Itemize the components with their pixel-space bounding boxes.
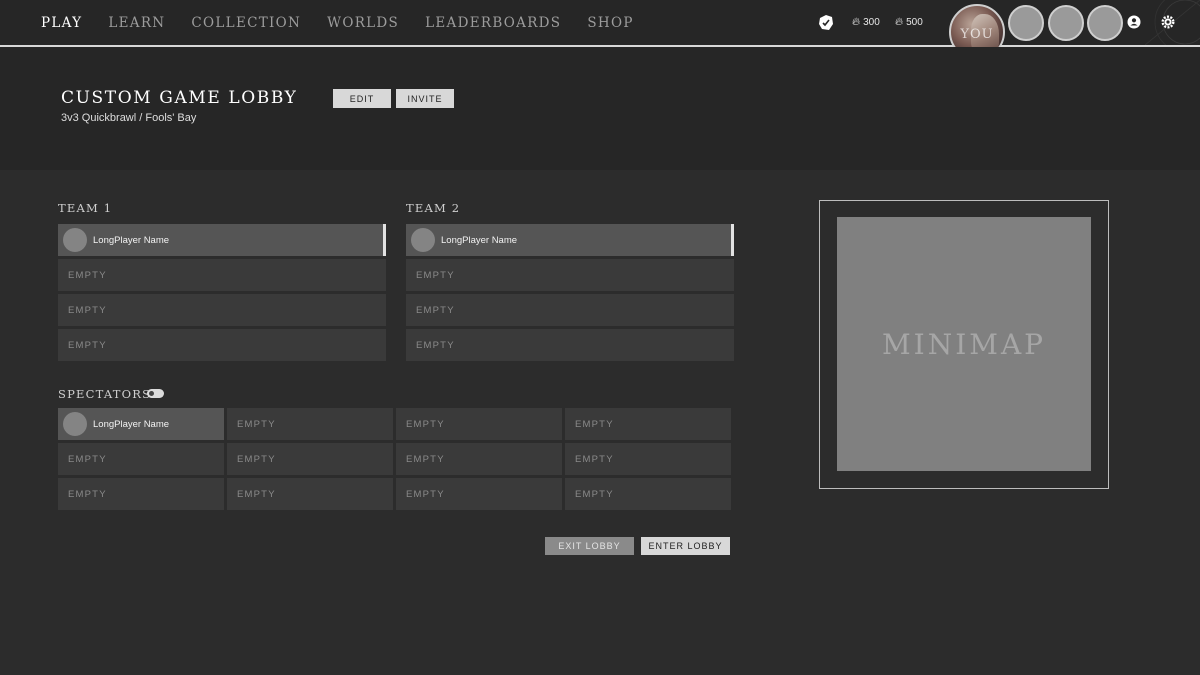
slot-empty-label: EMPTY bbox=[416, 339, 455, 351]
settings-icon[interactable] bbox=[1161, 15, 1175, 29]
spectator-slot-6[interactable]: EMPTY bbox=[227, 443, 393, 475]
slot-empty-label: EMPTY bbox=[68, 488, 107, 500]
nav-item-worlds[interactable]: WORLDS bbox=[327, 15, 399, 31]
spectators-label: SPECTATORS bbox=[58, 387, 152, 401]
flame-icon: 🔥︎ bbox=[852, 16, 861, 28]
page-title: CUSTOM GAME LOBBY bbox=[61, 88, 298, 108]
lobby-header bbox=[0, 47, 1200, 170]
slot-empty-label: EMPTY bbox=[68, 453, 107, 465]
main-nav: PLAY LEARN COLLECTION WORLDS LEADERBOARD… bbox=[41, 0, 660, 45]
team-1-label: TEAM 1 bbox=[58, 201, 113, 215]
enter-lobby-button[interactable]: ENTER LOBBY bbox=[641, 537, 730, 555]
edit-button[interactable]: EDIT bbox=[333, 89, 391, 108]
team-2-slot-2[interactable]: EMPTY bbox=[406, 259, 734, 291]
slot-empty-label: EMPTY bbox=[406, 453, 445, 465]
slot-empty-label: EMPTY bbox=[575, 453, 614, 465]
slot-empty-label: EMPTY bbox=[237, 418, 276, 430]
team-2-label: TEAM 2 bbox=[406, 201, 461, 215]
slot-empty-label: EMPTY bbox=[416, 304, 455, 316]
slot-empty-label: EMPTY bbox=[575, 488, 614, 500]
spectator-slot-8[interactable]: EMPTY bbox=[565, 443, 731, 475]
slot-empty-label: EMPTY bbox=[416, 269, 455, 281]
slot-empty-label: EMPTY bbox=[406, 488, 445, 500]
exit-lobby-button[interactable]: EXIT LOBBY bbox=[545, 537, 634, 555]
invite-button[interactable]: INVITE bbox=[396, 89, 454, 108]
slot-empty-label: EMPTY bbox=[237, 453, 276, 465]
minimap: MINIMAP bbox=[837, 217, 1091, 471]
team-1-slot-3[interactable]: EMPTY bbox=[58, 294, 386, 326]
party-slot-1[interactable] bbox=[1008, 5, 1044, 41]
flame-icon: 🔥︎ bbox=[895, 16, 904, 28]
currency-2: 🔥︎ 500 bbox=[895, 0, 923, 45]
spectator-slot-7[interactable]: EMPTY bbox=[396, 443, 562, 475]
spectator-slot-12[interactable]: EMPTY bbox=[565, 478, 731, 510]
team-1-slot-2[interactable]: EMPTY bbox=[58, 259, 386, 291]
avatar-label: YOU bbox=[960, 27, 994, 42]
nav-item-shop[interactable]: SHOP bbox=[587, 15, 633, 31]
spectator-slot-3[interactable]: EMPTY bbox=[396, 408, 562, 440]
nav-item-learn[interactable]: LEARN bbox=[108, 15, 165, 31]
spectators-toggle[interactable] bbox=[147, 389, 164, 398]
team-2-slot-1[interactable]: LongPlayer Name bbox=[406, 224, 734, 256]
slot-empty-label: EMPTY bbox=[575, 418, 614, 430]
slot-empty-label: EMPTY bbox=[68, 269, 107, 281]
spectator-slot-2[interactable]: EMPTY bbox=[227, 408, 393, 440]
currency-2-value: 500 bbox=[906, 17, 923, 28]
currency-1-value: 300 bbox=[863, 17, 880, 28]
spectator-slot-4[interactable]: EMPTY bbox=[565, 408, 731, 440]
team-1-slot-1[interactable]: LongPlayer Name bbox=[58, 224, 386, 256]
team-2-slot-4[interactable]: EMPTY bbox=[406, 329, 734, 361]
nav-item-play[interactable]: PLAY bbox=[41, 15, 82, 31]
player-name: LongPlayer Name bbox=[93, 234, 170, 246]
top-navigation-bar: PLAY LEARN COLLECTION WORLDS LEADERBOARD… bbox=[0, 0, 1200, 47]
slot-empty-label: EMPTY bbox=[68, 339, 107, 351]
player-avatar-icon bbox=[411, 228, 435, 252]
slot-empty-label: EMPTY bbox=[68, 304, 107, 316]
nav-item-leaderboards[interactable]: LEADERBOARDS bbox=[425, 15, 561, 31]
player-name: LongPlayer Name bbox=[93, 418, 170, 430]
team-1-slot-4[interactable]: EMPTY bbox=[58, 329, 386, 361]
minimap-label: MINIMAP bbox=[881, 327, 1047, 361]
slot-empty-label: EMPTY bbox=[406, 418, 445, 430]
player-avatar-icon bbox=[63, 412, 87, 436]
team-2-slot-3[interactable]: EMPTY bbox=[406, 294, 734, 326]
nav-item-collection[interactable]: COLLECTION bbox=[191, 15, 301, 31]
spectator-slot-5[interactable]: EMPTY bbox=[58, 443, 224, 475]
spectator-slot-1[interactable]: LongPlayer Name bbox=[58, 408, 224, 440]
currency-1: 🔥︎ 300 bbox=[852, 0, 880, 45]
party-slot-2[interactable] bbox=[1048, 5, 1084, 41]
party-slot-3[interactable] bbox=[1087, 5, 1123, 41]
spectator-slot-10[interactable]: EMPTY bbox=[227, 478, 393, 510]
player-avatar-icon bbox=[63, 228, 87, 252]
spectator-slot-9[interactable]: EMPTY bbox=[58, 478, 224, 510]
player-name: LongPlayer Name bbox=[441, 234, 518, 246]
crest-icon[interactable] bbox=[815, 0, 837, 45]
friends-icon[interactable] bbox=[1127, 15, 1141, 29]
slot-empty-label: EMPTY bbox=[237, 488, 276, 500]
spectator-slot-11[interactable]: EMPTY bbox=[396, 478, 562, 510]
lobby-mode-subtitle: 3v3 Quickbrawl / Fools' Bay bbox=[61, 112, 197, 124]
